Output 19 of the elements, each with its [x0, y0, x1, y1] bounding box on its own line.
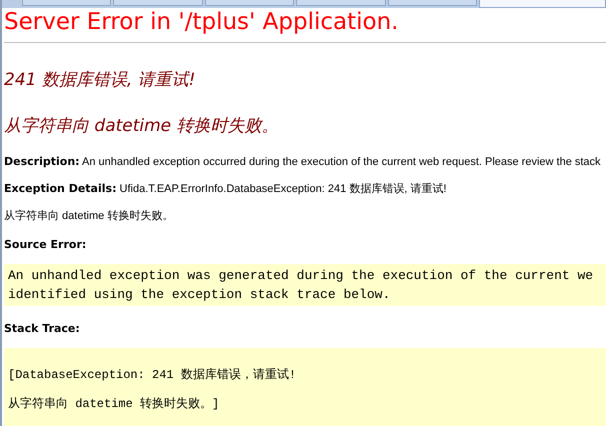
page-title: Server Error in '/tplus' Application.: [4, 8, 400, 36]
detail-text: Ufida.T.EAP.ErrorInfo.DatabaseException: 241 数据库错误, 请重试!: [120, 183, 446, 195]
browser-tab[interactable]: [22, 0, 112, 6]
browser-tab[interactable]: [296, 0, 386, 6]
stack-trace-line: [DatabaseException: 241 数据库错误，请重试!: [8, 367, 298, 384]
detail-label: Description:: [4, 155, 80, 168]
browser-tab[interactable]: [478, 0, 606, 8]
source-error-message: An unhandled exception was generated during the execution of the current we identified using the exception stack trace below.: [8, 267, 594, 304]
browser-tab[interactable]: [204, 0, 294, 6]
detail-text: An unhandled exception occurred during the execution of the current web request. Please review the stack: [82, 156, 601, 168]
browser-tab[interactable]: [388, 0, 477, 6]
section-heading: Stack Trace:: [4, 322, 80, 335]
error-subheading: 从字符串向 datetime 转换时失败。: [4, 115, 280, 137]
detail-label: Exception Details:: [4, 182, 116, 195]
browser-tab[interactable]: [113, 0, 203, 6]
section-heading: Source Error:: [4, 238, 86, 251]
stack-trace-line: 从字符串向 datetime 转换时失败。]: [8, 396, 220, 413]
error-heading: 241 数据库错误, 请重试!: [4, 69, 196, 91]
detail-note: 从字符串向 datetime 转换时失败。: [4, 209, 174, 223]
